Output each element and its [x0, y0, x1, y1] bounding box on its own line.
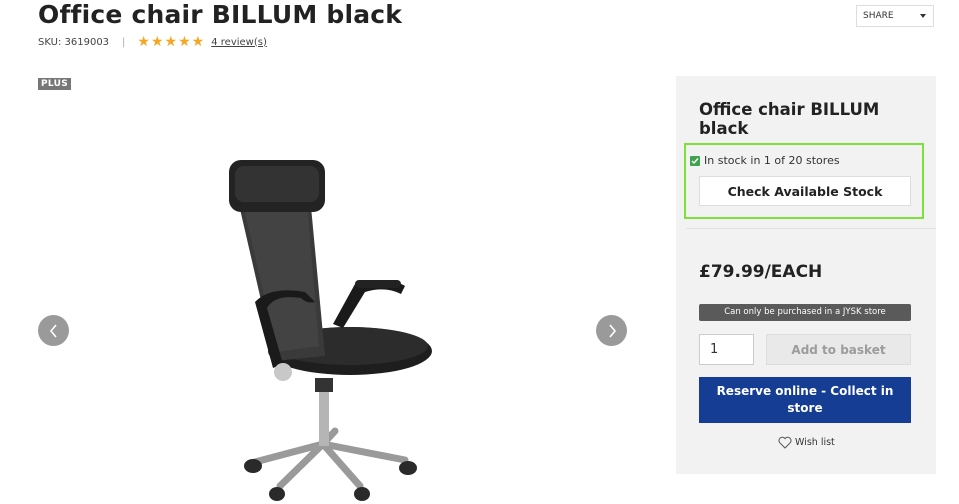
- quantity-input[interactable]: [699, 334, 754, 365]
- share-dropdown[interactable]: SHARE: [856, 5, 934, 27]
- divider: [686, 228, 936, 229]
- stock-status: In stock in 1 of 20 stores: [690, 154, 840, 167]
- product-title: Office chair BILLUM black: [38, 0, 403, 29]
- checkbox-icon: [690, 155, 700, 166]
- star-icon: ★: [150, 34, 164, 50]
- share-label: SHARE: [863, 11, 894, 21]
- chevron-left-icon: [49, 323, 57, 338]
- chevron-down-icon: [920, 14, 926, 18]
- product-meta: SKU: 3619003 | ★ ★ ★ ★ ★ 4 review(s): [38, 35, 267, 49]
- wishlist-link[interactable]: Wish list: [778, 436, 835, 449]
- chevron-right-icon: [608, 323, 616, 338]
- gallery-prev-button[interactable]: [38, 315, 69, 346]
- gallery-next-button[interactable]: [596, 315, 627, 346]
- star-icon: ★: [191, 34, 205, 50]
- price: £79.99/EACH: [699, 262, 823, 282]
- reserve-collect-button[interactable]: Reserve online - Collect in store: [699, 377, 911, 423]
- star-icon: ★: [164, 34, 178, 50]
- meta-separator: |: [122, 36, 126, 48]
- product-image: [229, 160, 432, 501]
- store-only-note: Can only be purchased in a JYSK store: [699, 304, 911, 321]
- reviews-link[interactable]: 4 review(s): [211, 37, 267, 48]
- heart-icon: [778, 436, 792, 449]
- plus-badge: PLUS: [38, 78, 72, 90]
- panel-product-title: Office chair BILLUM black: [699, 100, 880, 138]
- stock-text: In stock in 1 of 20 stores: [704, 154, 840, 167]
- add-to-basket-button[interactable]: Add to basket: [766, 334, 911, 365]
- purchase-panel: Office chair BILLUM black In stock in 1 …: [676, 76, 936, 474]
- rating-stars: ★ ★ ★ ★ ★: [137, 35, 204, 49]
- wishlist-label: Wish list: [795, 437, 835, 448]
- sku-label: SKU: 3619003: [38, 36, 110, 48]
- star-icon: ★: [178, 34, 191, 50]
- check-stock-button[interactable]: Check Available Stock: [699, 176, 911, 206]
- star-icon: ★: [137, 34, 150, 50]
